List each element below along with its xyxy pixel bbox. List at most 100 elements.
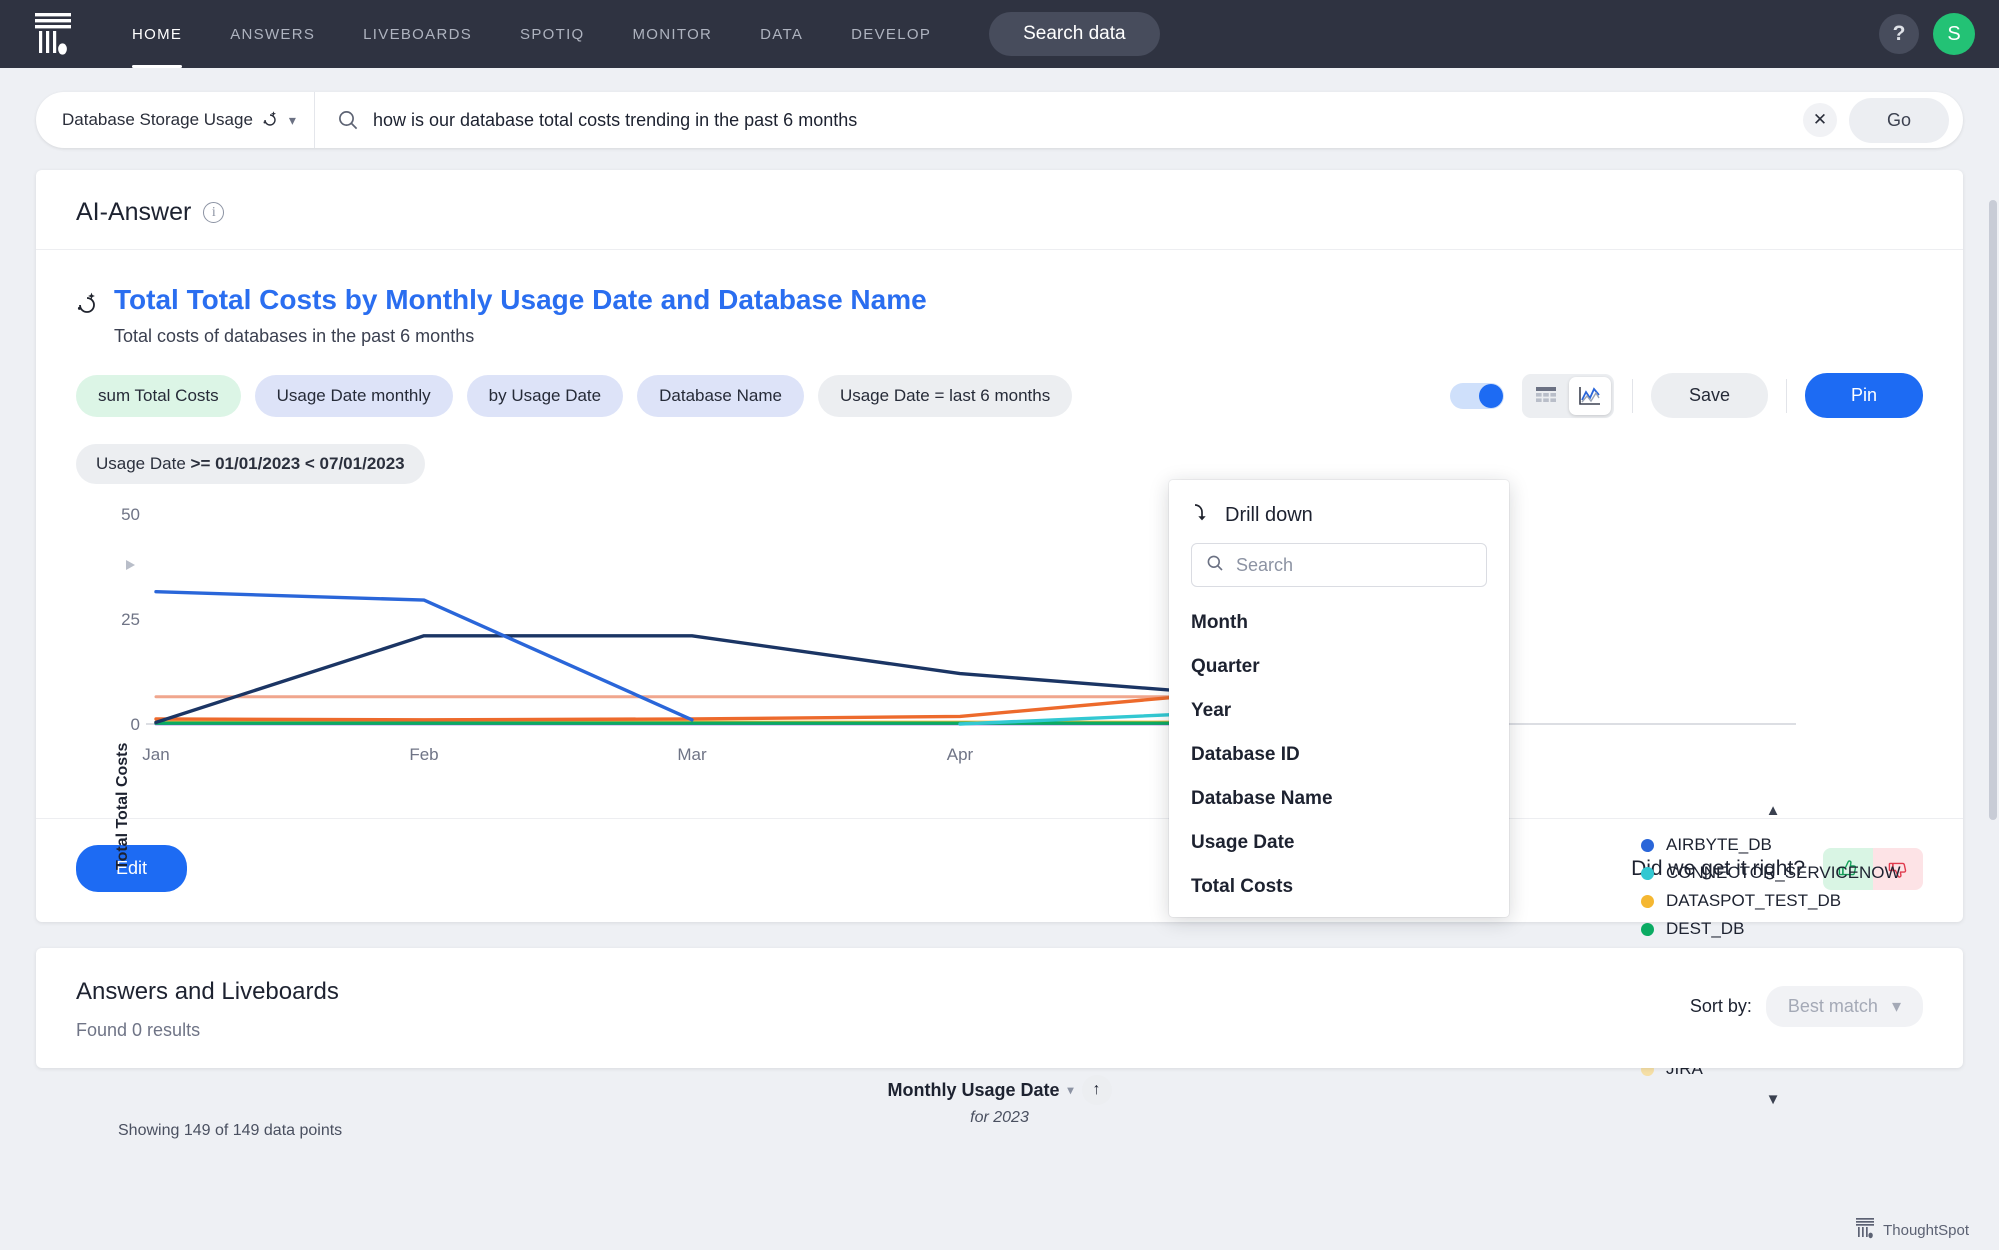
table-view-icon[interactable] [1525,377,1567,415]
line-chart[interactable]: 02550JanFebMarAprMayJun [76,494,1956,784]
legend-scroll-up-icon[interactable]: ▲ [1623,800,1923,821]
legend-item[interactable]: DATASPOT_TEST_DB [1623,887,1923,915]
sort-ascending-icon[interactable]: ↑ [1081,1075,1112,1105]
nav-item-label: LIVEBOARDS [363,25,473,43]
drill-down-icon [1191,502,1211,529]
datasource-sparkle-icon [262,109,280,132]
save-button[interactable]: Save [1650,373,1768,419]
drill-down-header: Drill down [1169,502,1509,543]
thoughtspot-logo[interactable] [0,11,108,57]
nav-item-develop[interactable]: DEVELOP [827,0,955,68]
answer-title-link[interactable]: Total Total Costs by Monthly Usage Date … [114,284,927,316]
svg-text:25: 25 [121,610,140,629]
nav-item-label: DEVELOP [851,25,932,43]
page-scrollbar[interactable] [1989,200,1997,820]
thoughtspot-logo-small [1855,1217,1875,1244]
date-filter-field: Usage Date [96,454,186,474]
page-title: AI-Answer [76,198,192,226]
chevron-down-icon: ▾ [288,111,296,128]
chart-toggle-switch[interactable] [1449,382,1504,409]
pin-button[interactable]: Pin [1804,373,1923,419]
search-bar-region: Database Storage Usage ▾ how is our data… [0,68,1999,170]
nav-item-spotiq[interactable]: SPOTIQ [496,0,608,68]
answers-and-liveboards-section: Answers and Liveboards Found 0 results S… [36,948,1963,1069]
chip-database-name[interactable]: Database Name [637,374,804,417]
chip-usage-date-monthly[interactable]: Usage Date monthly [254,374,453,417]
nav-item-monitor[interactable]: MONITOR [609,0,737,68]
nav-item-label: HOME [132,25,183,43]
avatar[interactable]: S [1933,13,1975,55]
datasource-name: Database Storage Usage [62,110,253,129]
chip-usage-date-last-6-months[interactable]: Usage Date = last 6 months [817,374,1073,417]
nav-item-home[interactable]: HOME [108,0,206,68]
answer-subtitle: Total costs of databases in the past 6 m… [114,326,475,347]
drill-down-item-month[interactable]: Month [1169,601,1509,645]
chart-region: 02550JanFebMarAprMayJun [36,484,1963,784]
answer-chips-toolbar: sum Total Costs Usage Date monthly by Us… [36,347,1963,419]
legend-item[interactable]: AIRBYTE_DB [1623,831,1923,859]
top-navigation-bar: HOME ANSWERS LIVEBOARDS SPOTIQ MONITOR D… [0,0,1999,68]
sort-by-select[interactable]: Best match ▾ [1765,986,1923,1028]
answer-sparkle-icon [76,290,100,319]
nav-items: HOME ANSWERS LIVEBOARDS SPOTIQ MONITOR D… [108,0,955,68]
drill-down-item-total-costs[interactable]: Total Costs [1169,865,1509,909]
sort-by-value: Best match [1787,996,1878,1017]
drill-down-item-database-id[interactable]: Database ID [1169,733,1509,777]
legend-item[interactable]: CONNECTOR_SERVICENOW [1623,859,1923,887]
chip-sum-total-costs[interactable]: sum Total Costs [76,374,241,417]
chart-view-icon[interactable] [1568,376,1611,415]
sort-by-label: Sort by: [1689,996,1752,1017]
legend-color-dot [1641,922,1654,936]
info-icon[interactable]: i [203,202,225,223]
nav-right-actions: ? S [1879,13,1975,55]
date-filter-chip[interactable]: Usage Date >= 01/01/2023 < 07/01/2023 [76,444,425,485]
search-data-button[interactable]: Search data [989,12,1160,56]
drill-down-item-database-name[interactable]: Database Name [1169,777,1509,821]
nav-item-liveboards[interactable]: LIVEBOARDS [339,0,496,68]
nav-item-data[interactable]: DATA [736,0,827,68]
legend-scroll-down-icon[interactable]: ▼ [1623,1089,1923,1110]
search-input[interactable]: how is our database total costs trending… [373,110,1803,131]
svg-text:Mar: Mar [677,745,707,764]
nav-item-answers[interactable]: ANSWERS [206,0,339,68]
legend-color-dot [1641,838,1654,852]
nav-item-label: SPOTIQ [520,25,585,43]
answer-toolbar: Save Pin [1449,373,1923,419]
chart-y-axis-label: Total Total Costs [114,742,131,870]
answer-title-block: Total Total Costs by Monthly Usage Date … [36,250,1963,347]
visualization-switch [1521,373,1614,418]
drill-down-item-usage-date[interactable]: Usage Date [1169,821,1509,865]
svg-text:Feb: Feb [409,745,438,764]
drill-down-title: Drill down [1225,504,1313,526]
section-title: Answers and Liveboards [76,978,339,1006]
drill-down-item-quarter[interactable]: Quarter [1169,645,1509,689]
legend-item-label: DATASPOT_TEST_DB [1666,891,1842,910]
search-icon [1206,554,1224,577]
date-filter-row: Usage Date >= 01/01/2023 < 07/01/2023 [36,418,1963,485]
data-points-count: Showing 149 of 149 data points [118,1122,343,1139]
svg-text:Apr: Apr [947,745,974,764]
chart-x-axis-label[interactable]: Monthly Usage Date ▾ ↑ [887,1075,1112,1105]
go-button[interactable]: Go [1848,97,1949,143]
thoughtspot-footer-badge: ThoughtSpot [1855,1217,1969,1244]
chevron-down-icon[interactable]: ▾ [1068,1083,1074,1097]
toolbar-divider [1631,378,1633,413]
datasource-selector[interactable]: Database Storage Usage ▾ [36,92,315,148]
nav-item-label: MONITOR [632,25,713,43]
legend-item-label: AIRBYTE_DB [1666,835,1772,854]
date-filter-expression: >= 01/01/2023 < 07/01/2023 [190,454,405,474]
drill-down-search-input[interactable]: Search [1191,543,1487,587]
drill-down-item-year[interactable]: Year [1169,689,1509,733]
results-count: Found 0 results [76,1020,201,1041]
nav-item-label: ANSWERS [230,25,316,43]
search-icon [337,109,359,131]
clear-search-icon[interactable]: ✕ [1802,103,1837,137]
chip-by-usage-date[interactable]: by Usage Date [466,374,624,417]
svg-text:Jan: Jan [142,745,169,764]
ai-answer-title-row: AI-Answer i [76,198,1923,227]
x-axis-label-text: Monthly Usage Date [887,1079,1060,1100]
legend-item[interactable]: DEST_DB [1623,915,1923,943]
search-bar: Database Storage Usage ▾ how is our data… [36,92,1963,148]
help-icon[interactable]: ? [1879,14,1919,54]
legend-color-dot [1641,894,1654,908]
